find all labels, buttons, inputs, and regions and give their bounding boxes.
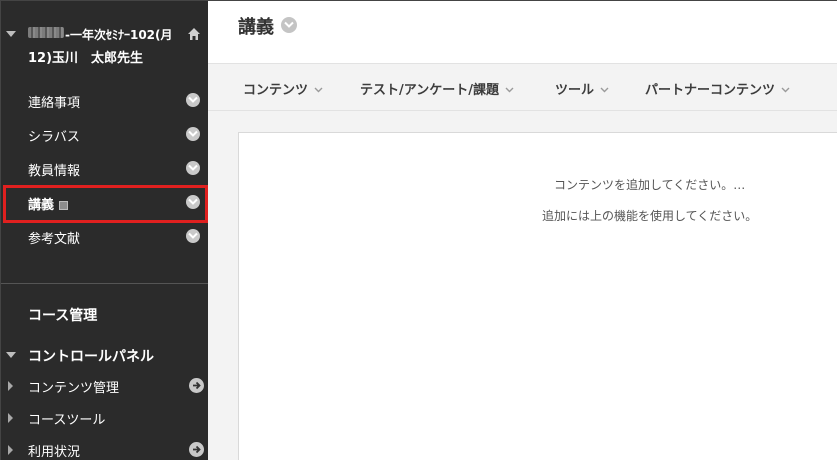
collapse-triangle-icon[interactable] bbox=[6, 31, 16, 37]
page-header: 講義 bbox=[208, 1, 837, 63]
page-title: 講義 bbox=[238, 17, 274, 38]
sidebar-item-instructor-info[interactable]: 教員情報 bbox=[1, 153, 208, 183]
control-panel-header[interactable]: コントロールパネル bbox=[1, 345, 208, 367]
content-panel: コンテンツを追加してください。… 追加には上の機能を使用してください。 bbox=[238, 132, 837, 460]
sidebar-item-label: 教員情報 bbox=[28, 164, 81, 179]
sidebar-item-label: 参考文献 bbox=[28, 232, 81, 247]
course-title-line2: 12)玉川 太郎先生 bbox=[28, 51, 144, 66]
redacted-course-code bbox=[28, 27, 64, 38]
collapse-triangle-icon[interactable] bbox=[6, 352, 16, 358]
control-panel-label: コントロールパネル bbox=[28, 349, 154, 365]
chevron-down-icon[interactable] bbox=[186, 93, 200, 107]
toolbar-tools-menu[interactable]: ツール bbox=[555, 79, 609, 98]
course-management-title: コース管理 bbox=[28, 308, 98, 324]
panel-item-label: コンテンツ管理 bbox=[28, 381, 120, 396]
course-title-line1: -一年次ｾﾐﾅｰ102(月 bbox=[65, 28, 173, 42]
sidebar-divider bbox=[1, 283, 208, 284]
sidebar-item-announcements[interactable]: 連絡事項 bbox=[1, 85, 208, 115]
toolbar-label: パートナーコンテンツ bbox=[645, 83, 776, 98]
toolbar-label: テスト/アンケート/課題 bbox=[360, 83, 499, 98]
panel-item-content-management[interactable]: コンテンツ管理 bbox=[1, 374, 208, 398]
toolbar-content-menu[interactable]: コンテンツ bbox=[243, 79, 323, 98]
toolbar-label: ツール bbox=[555, 83, 595, 98]
toolbar-partner-content-menu[interactable]: パートナーコンテンツ bbox=[645, 79, 790, 98]
main-content: 講義 コンテンツ テスト/アンケート/課題 ツール パートナーコンテンツ コンテ… bbox=[208, 1, 837, 460]
chevron-down-icon bbox=[314, 82, 323, 97]
chevron-down-icon bbox=[781, 82, 790, 97]
chevron-down-icon[interactable] bbox=[186, 127, 200, 141]
highlight-box bbox=[3, 185, 208, 223]
sidebar-item-references[interactable]: 参考文献 bbox=[1, 221, 208, 251]
sidebar-item-label: シラバス bbox=[28, 130, 80, 145]
chevron-down-icon bbox=[600, 82, 609, 97]
arrow-right-icon[interactable] bbox=[189, 378, 204, 393]
home-icon[interactable] bbox=[187, 26, 201, 40]
panel-item-usage[interactable]: 利用状況 bbox=[1, 438, 208, 460]
toolbar-assessments-menu[interactable]: テスト/アンケート/課題 bbox=[360, 79, 514, 98]
panel-item-label: コースツール bbox=[28, 413, 106, 428]
expand-triangle-icon[interactable] bbox=[8, 413, 13, 423]
expand-triangle-icon[interactable] bbox=[8, 381, 13, 391]
course-header[interactable]: -一年次ｾﾐﾅｰ102(月 12)玉川 太郎先生 bbox=[1, 23, 208, 73]
sidebar-item-syllabus[interactable]: シラバス bbox=[1, 119, 208, 149]
panel-item-label: 利用状況 bbox=[28, 445, 81, 460]
empty-message-line1: コンテンツを追加してください。… bbox=[554, 178, 746, 192]
expand-triangle-icon[interactable] bbox=[8, 445, 13, 455]
toolbar-label: コンテンツ bbox=[243, 83, 309, 98]
sidebar-item-label: 連絡事項 bbox=[28, 96, 81, 111]
empty-message-line2: 追加には上の機能を使用してください。 bbox=[542, 209, 758, 223]
action-toolbar: コンテンツ テスト/アンケート/課題 ツール パートナーコンテンツ bbox=[208, 63, 837, 111]
chevron-down-icon[interactable] bbox=[186, 229, 200, 243]
arrow-right-icon[interactable] bbox=[189, 442, 204, 457]
chevron-down-icon[interactable] bbox=[186, 161, 200, 175]
panel-item-course-tools[interactable]: コースツール bbox=[1, 406, 208, 430]
course-sidebar: -一年次ｾﾐﾅｰ102(月 12)玉川 太郎先生 連絡事項 シラバス 教員情報 … bbox=[1, 1, 208, 460]
chevron-down-icon[interactable] bbox=[281, 17, 297, 33]
chevron-down-icon bbox=[505, 82, 514, 97]
